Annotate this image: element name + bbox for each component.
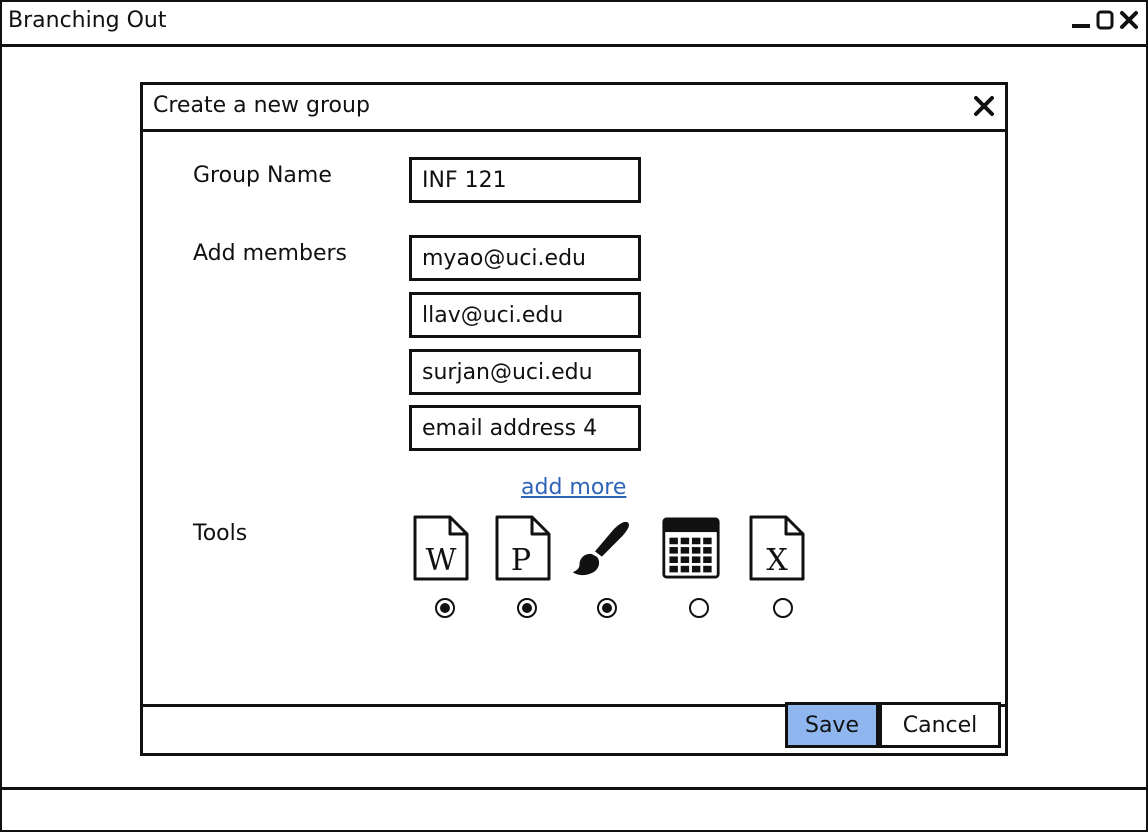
member-email-input[interactable] <box>422 302 638 328</box>
excel-document-icon[interactable]: X <box>747 513 807 583</box>
tools-label: Tools <box>193 521 248 546</box>
radio-dot <box>602 603 612 613</box>
radio-dot <box>440 603 450 613</box>
cancel-button[interactable]: Cancel <box>879 702 1001 748</box>
member-email-field-3[interactable] <box>409 349 641 395</box>
member-email-input[interactable] <box>422 359 638 385</box>
group-name-label: Group Name <box>193 163 332 188</box>
dialog-title: Create a new group <box>153 93 370 118</box>
member-email-input[interactable] <box>422 415 638 441</box>
member-email-field-1[interactable] <box>409 235 641 281</box>
title-bar: Branching Out <box>2 2 1146 47</box>
close-icon[interactable] <box>971 93 997 119</box>
group-name-input[interactable] <box>422 167 638 193</box>
minimize-icon[interactable] <box>1070 6 1092 34</box>
window-title: Branching Out <box>8 8 167 33</box>
maximize-icon[interactable] <box>1094 6 1116 34</box>
svg-text:W: W <box>426 543 457 578</box>
window-controls <box>1070 6 1140 34</box>
create-group-dialog: Create a new group Group Name Add member… <box>140 82 1008 756</box>
radio-dot <box>522 603 532 613</box>
paintbrush-icon[interactable] <box>571 513 631 583</box>
calculator-icon[interactable] <box>661 513 721 583</box>
tool-radio-paintbrush[interactable] <box>597 598 617 618</box>
member-email-input[interactable] <box>422 245 638 271</box>
member-email-field-2[interactable] <box>409 292 641 338</box>
dialog-footer: Save Cancel <box>143 702 1005 753</box>
svg-text:P: P <box>511 543 531 578</box>
add-more-link[interactable]: add more <box>521 475 626 500</box>
close-window-icon[interactable] <box>1118 6 1140 34</box>
tool-radio-excel[interactable] <box>773 598 793 618</box>
save-button[interactable]: Save <box>785 702 879 748</box>
svg-text:X: X <box>766 543 788 578</box>
add-members-label: Add members <box>193 241 347 266</box>
status-bar <box>2 787 1146 830</box>
group-name-field[interactable] <box>409 157 641 203</box>
dialog-header: Create a new group <box>143 85 1005 132</box>
tool-radio-powerpoint[interactable] <box>517 598 537 618</box>
powerpoint-document-icon[interactable]: P <box>493 513 553 583</box>
member-email-field-4[interactable] <box>409 405 641 451</box>
app-window: Branching Out Create a new group Group N… <box>0 0 1148 832</box>
tool-radio-word[interactable] <box>435 598 455 618</box>
tool-radio-calculator[interactable] <box>689 598 709 618</box>
word-document-icon[interactable]: W <box>411 513 471 583</box>
